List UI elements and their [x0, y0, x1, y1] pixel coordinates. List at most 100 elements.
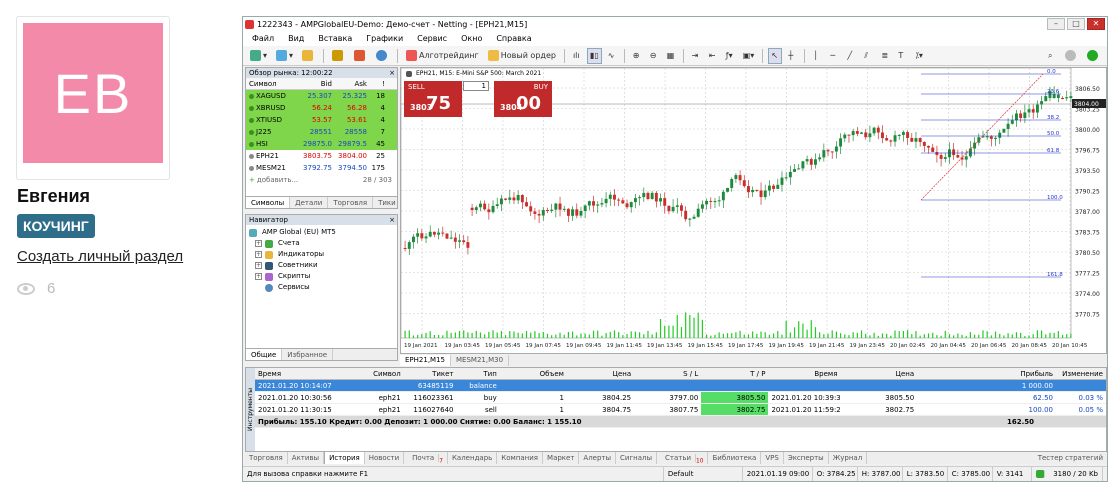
nav-item-scripts[interactable]: + Скрипты — [249, 271, 394, 282]
new-order-button[interactable]: Новый ордер — [485, 48, 559, 64]
expand-icon[interactable]: + — [255, 273, 262, 280]
cursor-button[interactable]: ↖ — [768, 47, 783, 64]
tab-trading[interactable]: Торговля — [328, 197, 374, 208]
tab-common[interactable]: Общие — [246, 349, 283, 360]
crosshair-button[interactable]: ┼ — [785, 48, 799, 64]
expand-icon[interactable]: + — [255, 251, 262, 258]
chart-shift-button[interactable]: ⇤ — [706, 48, 720, 64]
algo-trading-button[interactable]: Алготрейдинг — [403, 48, 482, 64]
market-watch-row[interactable]: XAGUSD 25.307 25.325 18 — [246, 90, 397, 102]
maximize-button[interactable]: □ — [1067, 18, 1085, 30]
col-profit[interactable]: Прибыль — [917, 368, 1056, 379]
tab-signals[interactable]: Сигналы — [616, 452, 658, 464]
templates-button[interactable]: ▣▾ — [740, 48, 758, 64]
avatar[interactable]: EB — [23, 23, 163, 163]
minimize-button[interactable]: – — [1047, 18, 1065, 30]
col-symbol[interactable]: Символ — [246, 78, 299, 89]
menu-file[interactable]: Файл — [245, 32, 281, 46]
close-button[interactable]: ✕ — [1087, 18, 1105, 30]
col-symbol[interactable]: Символ — [346, 368, 404, 379]
candles-button[interactable]: ▮▯ — [586, 47, 602, 64]
nav-item-accounts[interactable]: + Счета — [249, 238, 394, 249]
zoom-in-button[interactable]: ⊕ — [630, 48, 644, 64]
tab-mailbox[interactable]: Почта 7 — [404, 452, 448, 464]
search-button[interactable]: ⌕ — [1045, 48, 1059, 64]
market-watch-button[interactable] — [299, 48, 318, 64]
add-symbol-row[interactable]: + добавить... 28 / 303 — [246, 174, 397, 186]
tab-favorites[interactable]: Избранное — [282, 349, 334, 360]
status-profile[interactable]: Default — [664, 467, 743, 481]
tab-company[interactable]: Компания — [497, 452, 544, 464]
zoom-out-button[interactable]: ⊖ — [647, 48, 661, 64]
tab-symbols[interactable]: Символы — [246, 197, 291, 208]
tab-chart-mesm21[interactable]: MESM21,M30 — [451, 355, 510, 366]
fibo-button[interactable]: ≣ — [878, 48, 892, 64]
col-ticket[interactable]: Тикет — [404, 368, 457, 379]
col-time-close[interactable]: Время — [768, 368, 840, 379]
trendline-button[interactable]: ╱ — [844, 48, 858, 64]
lvl-button[interactable] — [1084, 48, 1103, 64]
nav-item-indicators[interactable]: + Индикаторы — [249, 249, 394, 260]
col-tp[interactable]: T / P — [701, 368, 768, 379]
menu-tools[interactable]: Сервис — [410, 32, 454, 46]
tab-library[interactable]: Библиотека — [708, 452, 762, 464]
text-button[interactable]: T — [895, 48, 909, 64]
nav-item-services[interactable]: Сервисы — [249, 282, 394, 293]
tab-news[interactable]: Новости — [365, 452, 405, 464]
horizontal-line-button[interactable]: ─ — [827, 48, 841, 64]
tab-calendar[interactable]: Календарь — [448, 452, 498, 464]
col-type[interactable]: Тип — [457, 368, 500, 379]
market-watch-row[interactable]: MESM21 3792.75 3794.50 175 — [246, 162, 397, 174]
buy-button[interactable]: BUY 3804 00 — [494, 81, 552, 117]
market-watch-row[interactable]: EPH21 3803.75 3804.00 25 — [246, 150, 397, 162]
create-section-link[interactable]: Создать личный раздел — [17, 248, 183, 265]
tab-journal[interactable]: Журнал — [829, 452, 868, 464]
history-row[interactable]: 2021.01.20 10:14:07 63485119 balance 1 000.… — [255, 380, 1106, 392]
line-chart-button[interactable]: ∿ — [605, 48, 619, 64]
tab-details[interactable]: Детали — [290, 197, 329, 208]
tab-ticks[interactable]: Тики — [373, 197, 402, 208]
tab-articles[interactable]: Статьи 10 — [657, 452, 709, 464]
menu-insert[interactable]: Вставка — [311, 32, 359, 46]
nav-item-experts[interactable]: + Советники — [249, 260, 394, 271]
tab-alerts[interactable]: Алерты — [579, 452, 617, 464]
bar-chart-button[interactable]: ılı — [570, 48, 584, 64]
tab-experts[interactable]: Эксперты — [784, 452, 829, 464]
col-price[interactable]: Цена — [567, 368, 634, 379]
history-row[interactable]: 2021.01.20 10:30:56 eph21 116023361 buy 1 380… — [255, 392, 1106, 404]
menu-view[interactable]: Вид — [281, 32, 311, 46]
lot-size-input[interactable]: 1 — [463, 81, 489, 91]
vertical-line-button[interactable]: │ — [810, 48, 824, 64]
autoscroll-button[interactable]: ⇥ — [689, 48, 703, 64]
menu-charts[interactable]: Графики — [359, 32, 410, 46]
arrows-button[interactable]: ⁒▾ — [912, 48, 926, 64]
col-price-close[interactable]: Цена — [840, 368, 917, 379]
expand-icon[interactable]: + — [255, 240, 262, 247]
col-bid[interactable]: Bid — [299, 78, 334, 89]
profiles-button[interactable]: ▾ — [273, 48, 296, 64]
close-icon[interactable]: × — [389, 215, 395, 225]
tab-vps[interactable]: VPS — [761, 452, 784, 464]
col-change[interactable]: Изменение — [1056, 368, 1106, 379]
tab-trade[interactable]: Торговля — [245, 452, 288, 464]
indicators-button[interactable]: ƒ▾ — [723, 48, 737, 64]
channel-button[interactable]: ⫽ — [861, 48, 875, 64]
col-flag[interactable]: ! — [369, 78, 387, 89]
market-watch-row[interactable]: XTIUSD 53.57 53.61 4 — [246, 114, 397, 126]
data-window-button[interactable] — [329, 48, 348, 64]
expand-icon[interactable]: + — [255, 262, 262, 269]
tab-assets[interactable]: Активы — [288, 452, 325, 464]
col-volume[interactable]: Объем — [500, 368, 567, 379]
tab-history[interactable]: История — [324, 452, 365, 464]
close-icon[interactable]: × — [389, 68, 395, 78]
tab-market[interactable]: Маркет — [543, 452, 580, 464]
account-button[interactable] — [1062, 48, 1081, 64]
market-watch-row[interactable]: J225 28551 28558 7 — [246, 126, 397, 138]
nav-root[interactable]: AMP Global (EU) MT5 — [249, 227, 394, 238]
menu-help[interactable]: Справка — [489, 32, 538, 46]
col-ask[interactable]: Ask — [334, 78, 369, 89]
tab-chart-eph21[interactable]: EPH21,M15 — [400, 355, 451, 366]
strategy-tester-button[interactable]: Тестер стратегий — [1034, 452, 1107, 464]
market-watch-row[interactable]: HSI 29875.0 29879.5 45 — [246, 138, 397, 150]
market-watch-row[interactable]: XBRUSD 56.24 56.28 4 — [246, 102, 397, 114]
